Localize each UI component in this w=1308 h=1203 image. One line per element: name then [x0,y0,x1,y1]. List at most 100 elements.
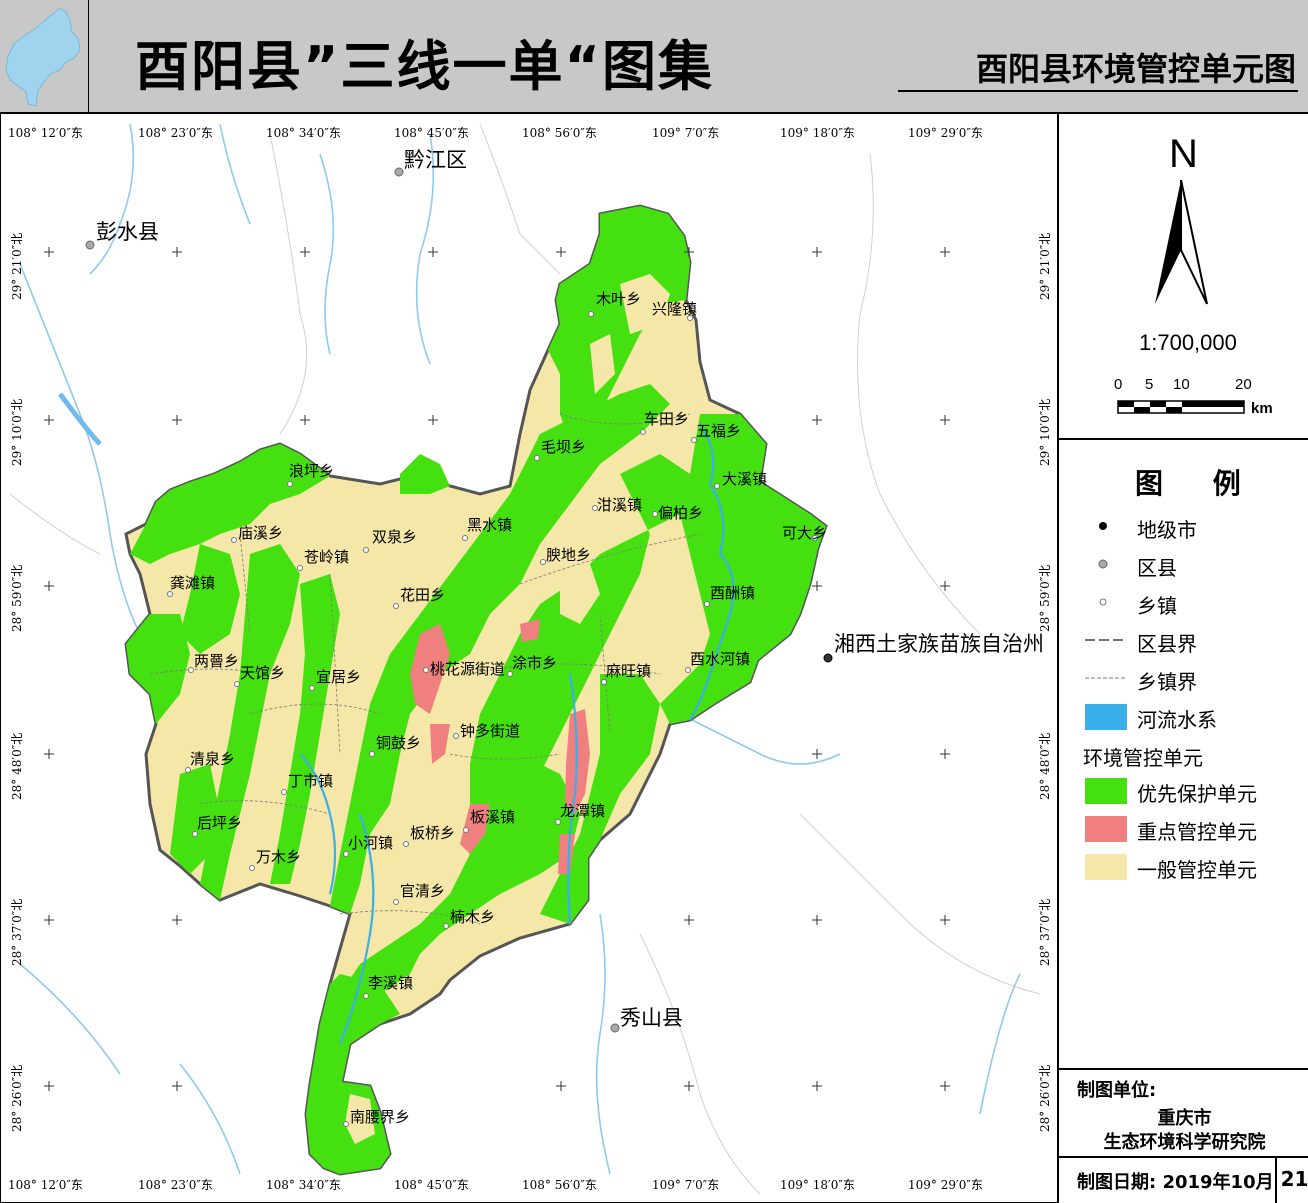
top-coord-8: 109° 29′0″东 [908,126,983,140]
town-label: 花田乡 [400,586,446,604]
town-label: 庙溪乡 [238,524,284,542]
right-coord-3: 28° 59′0″北 [1038,564,1052,632]
top-coord-1: 108° 12′0″东 [8,126,83,140]
header: 酉阳县”三线一单“图集 酉阳县环境管控单元图 [0,0,1308,114]
district-label-pengshui: 彭水县 [96,220,159,244]
bottom-coord-5: 108° 56′0″东 [522,1178,597,1192]
chongqing-location-icon [5,7,81,107]
town-label: 双泉乡 [372,528,418,546]
bottom-coord-4: 108° 45′0″东 [394,1178,469,1192]
town-label: 龙潭镇 [560,802,606,820]
north-label: N [1169,132,1198,176]
town-label: 车田乡 [644,410,690,428]
unit-name-line2: 生态环境科学研究院 [1103,1132,1266,1153]
town-label: 桃花源街道 [430,660,506,678]
town-dot-icon [1099,598,1107,606]
bottom-coord-3: 108° 34′0″东 [266,1178,341,1192]
right-panel: N 1:700,000 0 5 10 20 km 图 例 地级市 区县 乡镇 区… [1057,114,1308,1203]
scalebar-unit: km [1251,400,1273,417]
town-label: 毛坝乡 [541,438,587,456]
panel-separator [1059,1068,1308,1070]
north-arrow-icon [1155,180,1208,305]
town-label: 官清乡 [400,882,446,900]
general-swatch-icon [1085,854,1127,880]
town-label: 天馆乡 [240,664,286,682]
town-label: 可大乡 [782,524,828,542]
subtitle-underline [898,90,1298,92]
scalebar-label-0: 0 [1114,376,1123,393]
town-label: 酉水河镇 [690,650,751,668]
map-date: 制图日期: 2019年10月 [1077,1172,1274,1193]
priority-swatch-icon [1085,778,1127,804]
scale-ratio: 1:700,000 [1139,330,1237,355]
town-label: 万木乡 [256,848,302,866]
key-swatch-icon [1085,816,1127,842]
town-label: 涂市乡 [512,654,558,672]
town-label: 李溪镇 [368,974,414,992]
header-icon-box [0,0,89,112]
district-label-qianjiang: 黔江区 [404,148,467,172]
county-border-line-icon [1085,639,1125,641]
top-coord-5: 108° 56′0″东 [522,126,597,140]
legend-title: 图 例 [1135,467,1261,500]
town-label: 铜鼓乡 [376,734,422,752]
town-label: 兴隆镇 [652,300,698,318]
right-coord-1: 29° 21′0″北 [1038,232,1052,300]
scalebar [1117,400,1245,414]
town-label: 木叶乡 [596,290,642,308]
bottom-coord-2: 108° 23′0″东 [138,1178,213,1192]
scalebar-label-10: 10 [1173,376,1190,393]
town-label: 龚滩镇 [170,574,216,592]
bottom-coord-1: 108° 12′0″东 [8,1178,83,1192]
town-label: 麻旺镇 [606,662,652,680]
town-label: 两罾乡 [194,652,240,670]
town-label: 板桥乡 [410,824,456,842]
scalebar-label-20: 20 [1235,376,1252,393]
town-label: 宜居乡 [316,668,362,686]
town-label: 泔溪镇 [597,496,643,514]
district-label-xiangxi: 湘西土家族苗族自治州 [834,632,1044,656]
panel-separator [1059,438,1308,440]
scalebar-label-5: 5 [1145,376,1154,393]
town-label: 小河镇 [348,834,394,852]
top-coord-7: 109° 18′0″东 [780,126,855,140]
town-label: 板溪镇 [470,808,516,826]
left-coord-6: 28° 26′0″北 [10,1064,24,1132]
town-label: 苍岭镇 [304,548,350,566]
town-label: 酉酬镇 [710,584,756,602]
panel-separator [1059,1156,1308,1158]
town-label: 偏柏乡 [658,504,704,522]
town-border-line-icon [1085,677,1125,679]
river-swatch-icon [1085,704,1127,730]
left-coord-2: 29° 10′0″北 [10,398,24,466]
town-label: 腴地乡 [546,546,592,564]
top-coord-4: 108° 45′0″东 [394,126,469,140]
right-coord-5: 28° 37′0″北 [1038,898,1052,966]
town-label: 五福乡 [696,422,742,440]
town-label: 钟多街道 [460,722,521,740]
right-coord-4: 28° 48′0″北 [1038,732,1052,800]
left-coord-3: 28° 59′0″北 [10,564,24,632]
bottom-coord-6: 109° 7′0″东 [652,1178,720,1192]
town-label: 南腰界乡 [350,1108,411,1126]
town-label: 黑水镇 [467,516,513,534]
city-dot-icon [1099,522,1107,530]
page-number: 21 [1275,1156,1308,1203]
top-coord-2: 108° 23′0″东 [138,126,213,140]
map-area[interactable]: 108° 12′0″东 108° 23′0″东 108° 34′0″东 108°… [0,114,1057,1203]
unit-label: 制图单位: [1077,1080,1157,1101]
unit-name-line1: 重庆市 [1157,1108,1212,1129]
town-label: 浪坪乡 [289,462,335,480]
town-label: 楠木乡 [450,908,496,926]
right-coord-6: 28° 26′0″北 [1038,1064,1052,1132]
town-label: 后坪乡 [197,814,243,832]
top-coord-3: 108° 34′0″东 [266,126,341,140]
district-label-xiushan: 秀山县 [620,1006,683,1030]
map-subtitle: 酉阳县环境管控单元图 [975,50,1296,88]
bottom-coord-8: 109° 29′0″东 [908,1178,983,1192]
left-coord-4: 28° 48′0″北 [10,732,24,800]
town-label: 大溪镇 [722,470,768,488]
bottom-coord-7: 109° 18′0″东 [780,1178,855,1192]
page-title: 酉阳县”三线一单“图集 [135,35,714,98]
county-dot-icon [1098,559,1108,569]
